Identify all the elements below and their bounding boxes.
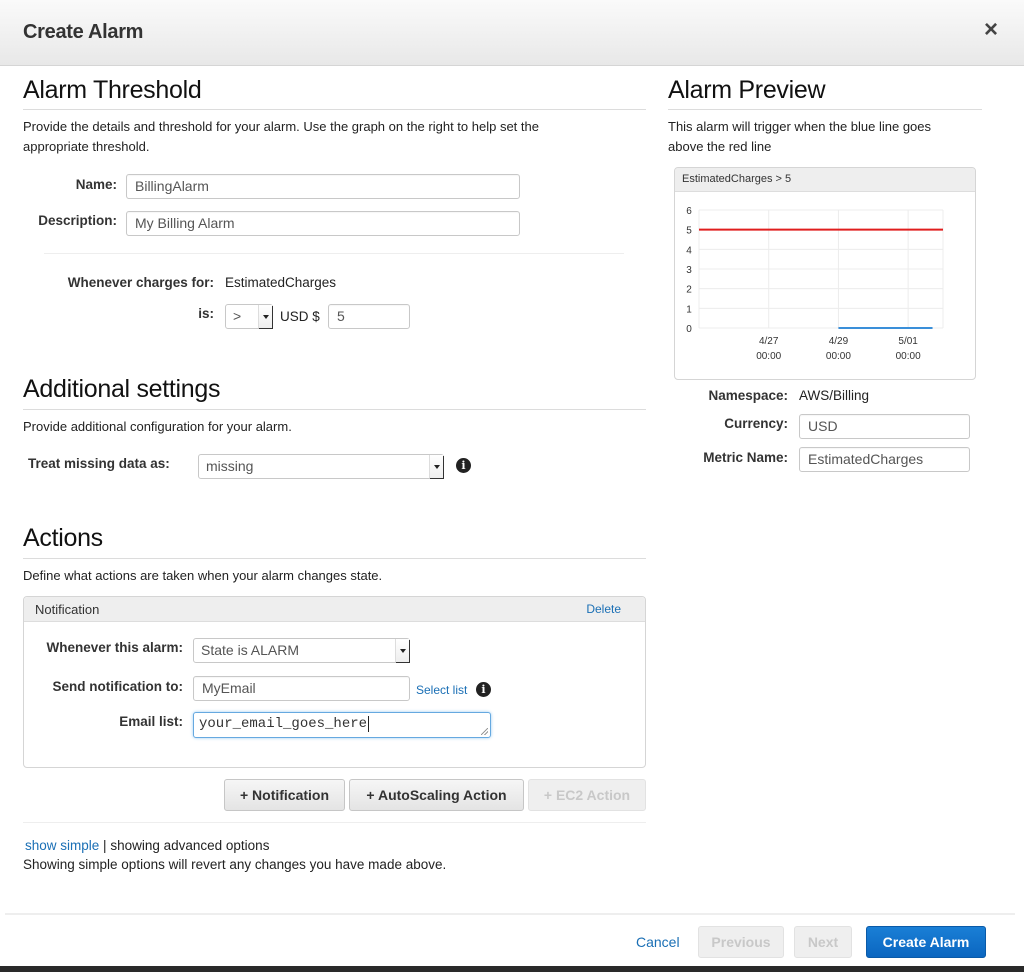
info-icon[interactable]: i xyxy=(476,682,491,697)
x-tick-label: 4/29 xyxy=(829,336,849,347)
preview-description-line2: above the red line xyxy=(668,139,772,154)
y-tick-label: 5 xyxy=(686,226,692,237)
next-button[interactable]: Next xyxy=(794,926,852,958)
x-tick-sublabel: 00:00 xyxy=(826,351,851,362)
is-label: is: xyxy=(198,306,214,321)
currency-input[interactable]: USD xyxy=(799,414,970,439)
email-list-value: your_email_goes_here xyxy=(199,716,368,732)
operator-value: > xyxy=(233,308,242,324)
metric-name-label: Metric Name: xyxy=(703,450,788,465)
show-simple-link[interactable]: show simple xyxy=(25,838,99,853)
chevron-down-icon xyxy=(258,305,272,328)
x-tick-sublabel: 00:00 xyxy=(756,351,781,362)
chart-plot: 0 1 2 3 4 5 6 4/27 00:00 4/29 00:00 5/01 00:00 xyxy=(686,206,944,362)
divider xyxy=(23,109,646,110)
alarm-state-select[interactable]: State is ALARM xyxy=(193,638,410,663)
actions-heading: Actions xyxy=(23,524,103,552)
mode-warning: Showing simple options will revert any c… xyxy=(23,857,447,872)
operator-select[interactable]: > xyxy=(225,304,273,329)
y-tick-label: 1 xyxy=(686,304,692,315)
alarm-preview-heading: Alarm Preview xyxy=(668,76,826,104)
alarm-state-value: State is ALARM xyxy=(201,642,300,658)
alarm-threshold-heading: Alarm Threshold xyxy=(23,76,202,104)
description-input[interactable]: My Billing Alarm xyxy=(126,211,520,236)
y-tick-label: 2 xyxy=(686,285,692,296)
text-cursor xyxy=(368,716,370,732)
divider xyxy=(44,253,624,254)
footer-divider xyxy=(5,913,1015,915)
preview-description: This alarm will trigger when the blue li… xyxy=(668,119,932,134)
email-list-textarea[interactable]: your_email_goes_here xyxy=(193,712,491,738)
missing-data-label: Treat missing data as: xyxy=(28,456,170,471)
add-notification-button[interactable]: + Notification xyxy=(224,779,345,811)
namespace-value: AWS/Billing xyxy=(799,388,870,403)
y-tick-label: 0 xyxy=(686,324,692,335)
x-tick-label: 4/27 xyxy=(759,336,779,347)
x-tick-sublabel: 00:00 xyxy=(896,351,921,362)
additional-settings-heading: Additional settings xyxy=(23,375,221,403)
dialog-title: Create Alarm xyxy=(23,21,144,43)
divider xyxy=(23,409,646,410)
chevron-down-icon xyxy=(429,455,443,478)
mode-separator: | xyxy=(103,838,107,853)
add-autoscaling-action-button[interactable]: + AutoScaling Action xyxy=(349,779,524,811)
mode-toggle: show simple | showing advanced options xyxy=(25,836,269,856)
select-list-link[interactable]: Select list xyxy=(416,680,467,700)
divider xyxy=(23,822,646,823)
previous-button[interactable]: Previous xyxy=(698,926,784,958)
showing-advanced-text: showing advanced options xyxy=(110,838,270,853)
name-input[interactable]: BillingAlarm xyxy=(126,174,520,199)
resize-handle[interactable] xyxy=(481,728,488,735)
dialog-header: Create Alarm × xyxy=(0,0,1024,66)
description-label: Description: xyxy=(38,213,117,228)
info-icon[interactable]: i xyxy=(456,458,471,473)
currency-prefix: USD $ xyxy=(280,309,320,324)
cancel-link[interactable]: Cancel xyxy=(636,932,680,952)
namespace-label: Namespace: xyxy=(708,388,788,403)
close-icon[interactable]: × xyxy=(984,18,998,42)
divider xyxy=(23,558,646,559)
threshold-input[interactable]: 5 xyxy=(328,304,410,329)
send-notification-input[interactable]: MyEmail xyxy=(193,676,410,701)
additional-description: Provide additional configuration for you… xyxy=(23,419,292,434)
missing-data-select[interactable]: missing xyxy=(198,454,444,479)
send-notification-label: Send notification to: xyxy=(52,679,184,694)
actions-description: Define what actions are taken when your … xyxy=(23,568,383,583)
missing-data-value: missing xyxy=(206,458,254,474)
chevron-down-icon xyxy=(395,639,409,662)
alarm-preview-chart: EstimatedCharges > 5 0 1 2 3 4 5 6 4/27 00:00 4/2… xyxy=(674,167,976,380)
notification-panel-header: Notification Delete xyxy=(24,597,645,622)
notification-panel-title: Notification xyxy=(35,602,100,617)
whenever-charges-label: Whenever charges for: xyxy=(67,275,214,290)
whenever-charges-value: EstimatedCharges xyxy=(225,275,337,290)
metric-name-input[interactable]: EstimatedCharges xyxy=(799,447,970,472)
divider xyxy=(668,109,982,110)
y-tick-label: 3 xyxy=(686,265,692,276)
add-ec2-action-button[interactable]: + EC2 Action xyxy=(528,779,646,811)
create-alarm-button[interactable]: Create Alarm xyxy=(866,926,986,958)
delete-link[interactable]: Delete xyxy=(586,602,621,616)
window-bottom-edge xyxy=(0,966,1024,972)
email-list-label: Email list: xyxy=(119,714,183,729)
threshold-description-line2: appropriate threshold. xyxy=(23,139,150,154)
whenever-alarm-label: Whenever this alarm: xyxy=(46,640,183,655)
y-tick-label: 6 xyxy=(686,206,692,217)
x-tick-label: 5/01 xyxy=(898,336,918,347)
threshold-description: Provide the details and threshold for yo… xyxy=(23,119,539,134)
currency-label: Currency: xyxy=(724,416,788,431)
y-tick-label: 4 xyxy=(686,245,692,256)
name-label: Name: xyxy=(75,177,117,192)
